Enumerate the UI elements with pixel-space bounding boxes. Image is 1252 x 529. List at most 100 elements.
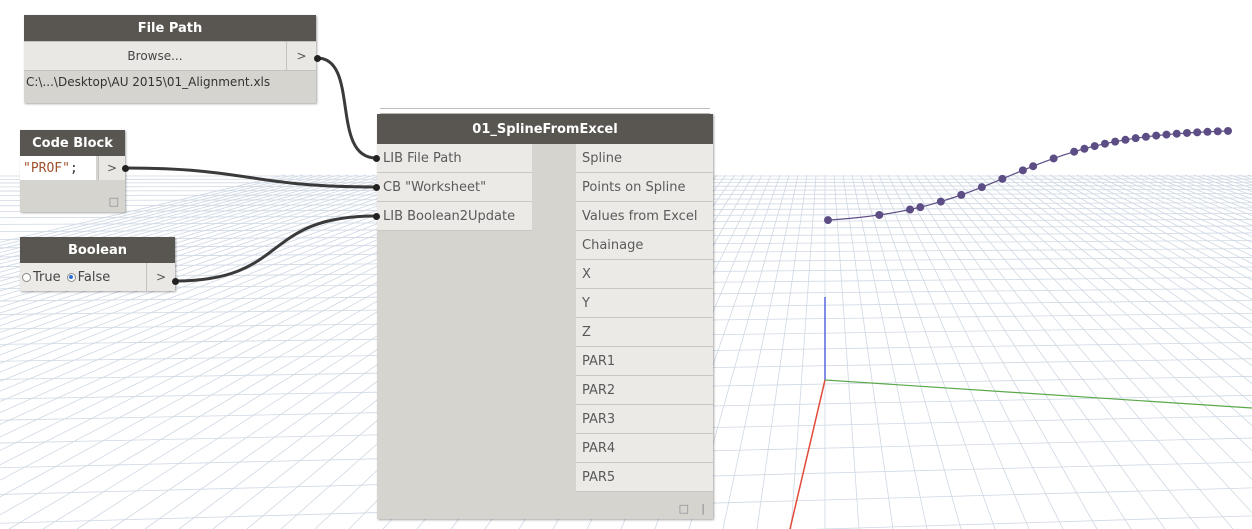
browse-button[interactable]: Browse... <box>24 41 286 71</box>
spline-point <box>1193 128 1202 137</box>
output-port[interactable]: PAR1 <box>576 347 713 376</box>
spline-point <box>1131 134 1140 143</box>
spline-point <box>1111 137 1120 146</box>
input-port[interactable]: CB "Worksheet" <box>377 173 532 202</box>
radio-checked-icon <box>66 272 76 282</box>
true-label: True <box>33 269 61 285</box>
grid-line <box>968 174 1252 426</box>
spline-point <box>1172 129 1181 138</box>
boolean-node[interactable]: Boolean True False > <box>20 237 175 291</box>
output-port[interactable]: PAR2 <box>576 376 713 405</box>
spline-point <box>1080 144 1089 153</box>
output-port[interactable]: Z <box>576 318 713 347</box>
grid-line <box>1193 174 1252 196</box>
spline-point <box>1141 132 1150 141</box>
boolean-options: True False <box>20 263 146 291</box>
spline-point <box>1121 135 1130 144</box>
grid-line <box>1175 174 1252 204</box>
grid-line <box>1013 174 1252 336</box>
output-port[interactable]: X <box>576 260 713 289</box>
code-block-title-text: Code Block <box>32 135 113 151</box>
code-block-output-port[interactable]: > <box>98 156 125 180</box>
grid-line <box>0 174 439 320</box>
output-port[interactable]: PAR4 <box>576 434 713 463</box>
boolean-port-dot[interactable] <box>172 278 179 285</box>
grid-line <box>851 174 928 529</box>
spline-point <box>998 174 1007 183</box>
boolean-node-title: Boolean <box>20 237 175 263</box>
spline-point <box>1049 154 1058 163</box>
grid-line <box>986 174 1252 384</box>
grid-line <box>0 174 304 250</box>
code-block-node-title: Code Block <box>20 130 125 156</box>
input-port-dot[interactable] <box>373 155 380 162</box>
footer-icon: □ <box>678 502 689 515</box>
code-editor[interactable]: "PROF"; <box>20 156 96 180</box>
input-port-dot[interactable] <box>373 213 380 220</box>
false-label: False <box>77 269 111 285</box>
grid-line <box>1157 174 1252 212</box>
spline-point <box>824 216 832 225</box>
grid-line <box>1022 174 1252 323</box>
spline-point <box>1182 128 1191 137</box>
spline-point <box>875 210 884 219</box>
boolean-output-port[interactable]: > <box>146 263 175 291</box>
input-port[interactable]: LIB Boolean2Update <box>377 202 532 231</box>
output-port[interactable]: Y <box>576 289 713 318</box>
grid-line <box>923 174 1200 529</box>
spline-point <box>906 205 915 214</box>
file-path-port-dot[interactable] <box>314 55 321 62</box>
input-port-dot[interactable] <box>373 184 380 191</box>
spline-point <box>1224 126 1232 135</box>
file-path-node-title: File Path <box>24 15 316 41</box>
spline-point <box>1070 147 1079 156</box>
grid-line <box>1220 174 1252 186</box>
file-path-value: C:\...\Desktop\AU 2015\01_Alignment.xls <box>26 75 271 89</box>
grid-line <box>887 174 1064 529</box>
output-port[interactable]: Spline <box>576 144 713 173</box>
output-port[interactable]: PAR3 <box>576 405 713 434</box>
grid-line <box>869 174 996 529</box>
spline-point <box>1203 127 1212 136</box>
code-block-footer-icon: □ <box>108 195 119 208</box>
grid-line <box>0 174 421 308</box>
grid-line <box>878 174 1030 529</box>
code-semicolon: ; <box>69 160 78 176</box>
spline-point <box>1018 166 1027 175</box>
code-block-node[interactable]: Code Block "PROF"; > □ <box>20 130 125 212</box>
spline-point <box>1162 130 1171 139</box>
spline-point <box>977 183 986 192</box>
x-axis <box>789 379 826 529</box>
true-radio[interactable]: True <box>22 270 61 285</box>
input-port[interactable]: LIB File Path <box>377 144 532 173</box>
output-port[interactable]: Chainage <box>576 231 713 260</box>
file-path-output-port[interactable]: > <box>286 41 316 71</box>
wire-filepath-to-lib-file-path <box>316 56 377 160</box>
grid-line <box>1058 174 1252 281</box>
spline-point <box>1100 139 1109 148</box>
output-port[interactable]: PAR5 <box>576 463 713 492</box>
grid-line <box>914 174 1166 529</box>
grid-line <box>995 174 1252 367</box>
spline-from-excel-node[interactable]: 01_SplineFromExcel LIB File Path CB "Work… <box>377 114 713 519</box>
spline-from-excel-title: 01_SplineFromExcel <box>377 114 713 144</box>
code-string-literal: "PROF" <box>23 160 70 176</box>
grid-line <box>905 174 1132 529</box>
grid-line <box>1202 174 1252 192</box>
false-radio[interactable]: False <box>66 269 111 285</box>
radio-unchecked-icon <box>22 272 31 282</box>
code-block-port-dot[interactable] <box>122 165 129 172</box>
grid-line <box>1148 174 1252 216</box>
output-port[interactable]: Points on Spline <box>576 173 713 202</box>
grid-line <box>1031 174 1252 311</box>
grid-line <box>977 174 1252 404</box>
file-path-node[interactable]: File Path Browse... > C:\...\Desktop\AU … <box>24 15 316 103</box>
grid-line <box>1067 174 1252 272</box>
grid-line <box>0 174 385 287</box>
spline-point <box>916 203 925 212</box>
spline-point <box>1213 127 1222 136</box>
spline-point <box>1152 131 1161 140</box>
grid-line <box>0 174 286 243</box>
grid-line <box>1076 174 1252 264</box>
output-port[interactable]: Values from Excel <box>576 202 713 231</box>
